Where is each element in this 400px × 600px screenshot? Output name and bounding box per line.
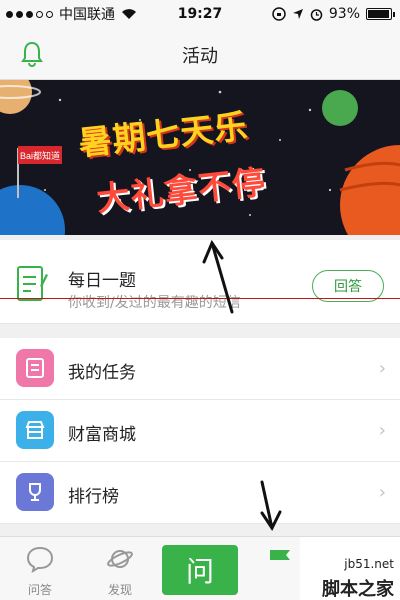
annotation-arrows (202, 239, 282, 531)
planet-icon (107, 550, 133, 568)
tab-qa[interactable]: 问答 (0, 537, 80, 600)
arrow-up-head (202, 239, 224, 264)
activity-flag-icon (270, 550, 290, 560)
chat-bubble-icon (26, 546, 54, 573)
watermark-site: jb51.net (344, 557, 394, 571)
tab-discover[interactable]: 发现 (80, 537, 160, 600)
watermark-name: 脚本之家 (322, 579, 394, 600)
tab-label: 问答 (27, 583, 52, 597)
tab-label: 发现 (107, 583, 132, 597)
arrow-up-line (210, 241, 234, 314)
ask-button[interactable]: 问 (162, 545, 238, 595)
tab-bar: 问答 发现 问 jb51.net 脚本之家 (0, 536, 400, 600)
